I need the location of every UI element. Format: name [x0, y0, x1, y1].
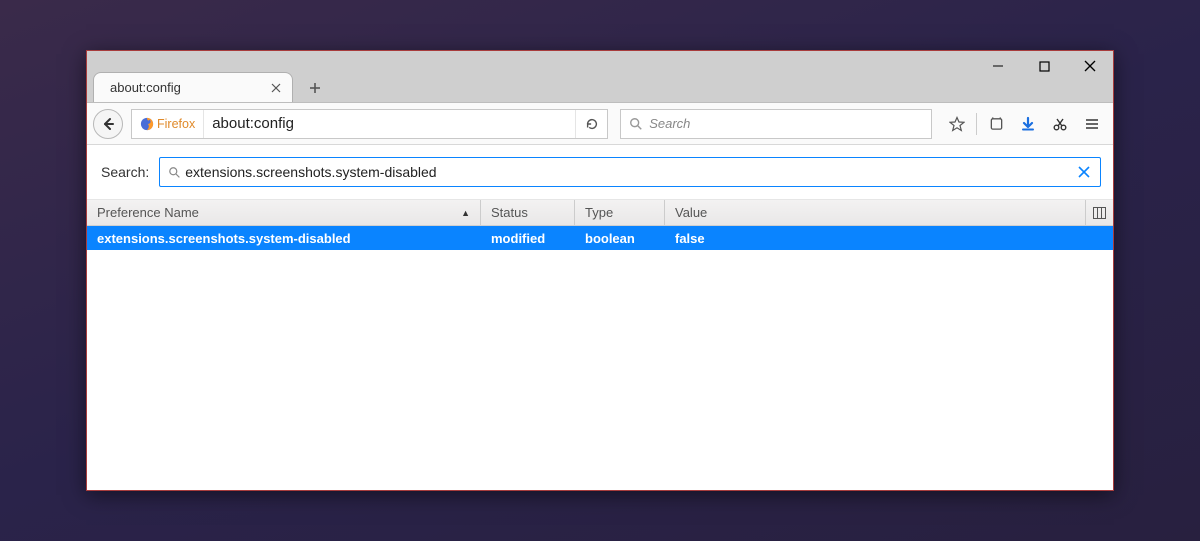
search-icon — [629, 117, 643, 131]
tab-title: about:config — [110, 80, 181, 95]
firefox-icon — [140, 117, 154, 131]
toolbar-separator — [976, 113, 977, 135]
reload-button[interactable] — [575, 110, 607, 138]
about-config-page: Search: Preference Name ▲ Status Type — [87, 145, 1113, 490]
column-picker-button[interactable] — [1085, 200, 1113, 225]
sort-asc-icon: ▲ — [461, 208, 470, 218]
firefox-identity-label: Firefox — [140, 117, 195, 131]
tab-about-config[interactable]: about:config — [93, 72, 293, 102]
search-icon — [168, 166, 181, 179]
url-text[interactable]: about:config — [204, 115, 575, 132]
tab-strip: about:config — [93, 70, 331, 102]
browser-window: about:config Firefox — [86, 50, 1114, 491]
column-header-value[interactable]: Value — [665, 200, 1113, 225]
column-header-name[interactable]: Preference Name ▲ — [87, 200, 481, 225]
back-button[interactable] — [93, 109, 123, 139]
downloads-button[interactable] — [1013, 109, 1043, 139]
config-search-input[interactable] — [185, 164, 1074, 180]
identity-box[interactable]: Firefox — [132, 110, 204, 138]
screenshots-button[interactable] — [1045, 109, 1075, 139]
clear-search-icon[interactable] — [1074, 166, 1094, 178]
library-button[interactable] — [981, 109, 1011, 139]
config-search-box[interactable] — [159, 157, 1101, 187]
search-bar[interactable]: Search — [620, 109, 932, 139]
column-header-status[interactable]: Status — [481, 200, 575, 225]
new-tab-button[interactable] — [299, 74, 331, 102]
pref-status-cell: modified — [481, 231, 575, 246]
column-header-type[interactable]: Type — [575, 200, 665, 225]
url-bar[interactable]: Firefox about:config — [131, 109, 608, 139]
hamburger-menu-button[interactable] — [1077, 109, 1107, 139]
minimize-button[interactable] — [975, 51, 1021, 81]
table-row[interactable]: extensions.screenshots.system-disabled m… — [87, 226, 1113, 250]
pref-name-cell: extensions.screenshots.system-disabled — [87, 231, 481, 246]
close-window-button[interactable] — [1067, 51, 1113, 81]
config-search-row: Search: — [87, 145, 1113, 200]
search-placeholder: Search — [649, 116, 690, 131]
toolbar-right — [940, 109, 1107, 139]
window-controls — [975, 51, 1113, 81]
pref-value-cell: false — [665, 231, 1113, 246]
bookmark-star-button[interactable] — [942, 109, 972, 139]
prefs-table-header: Preference Name ▲ Status Type Value — [87, 200, 1113, 226]
config-search-label: Search: — [101, 164, 149, 180]
titlebar: about:config — [87, 51, 1113, 103]
pref-type-cell: boolean — [575, 231, 665, 246]
nav-toolbar: Firefox about:config Search — [87, 103, 1113, 145]
maximize-button[interactable] — [1021, 51, 1067, 81]
close-tab-icon[interactable] — [268, 80, 284, 96]
